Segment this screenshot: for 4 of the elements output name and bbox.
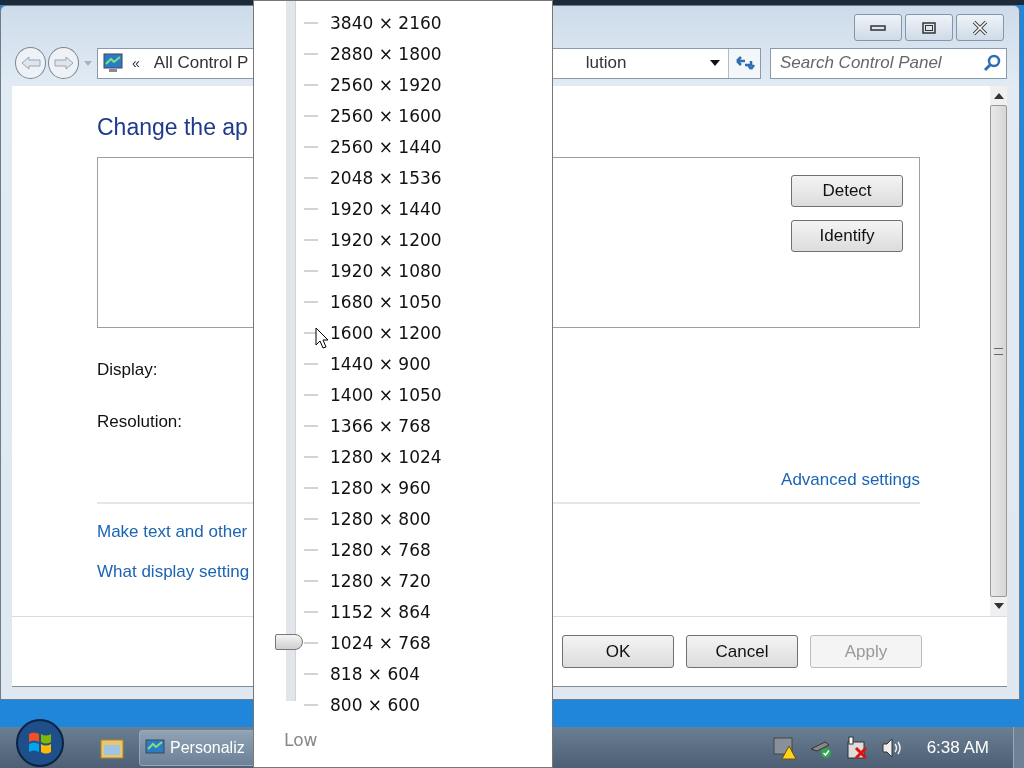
- slider-label: Low: [284, 730, 318, 750]
- display-label: Display:: [97, 360, 158, 380]
- resolution-label: Resolution:: [97, 412, 183, 432]
- page-heading: Change the ap: [97, 114, 247, 141]
